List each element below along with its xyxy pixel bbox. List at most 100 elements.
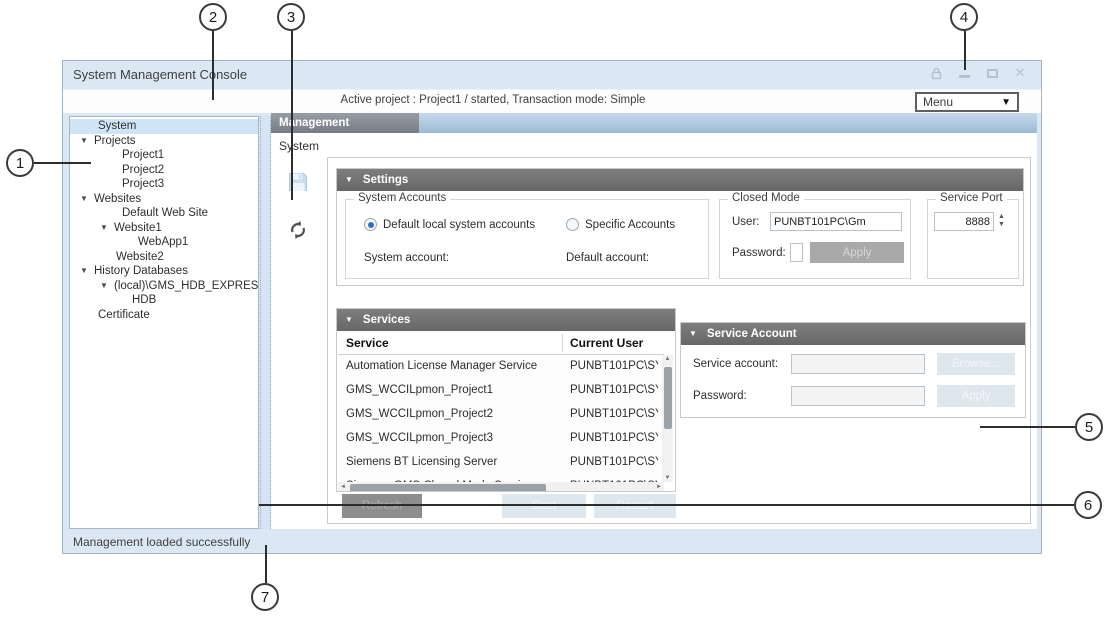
- callout-6: 6: [1074, 491, 1102, 519]
- tree-item-website1[interactable]: ▼Website1: [70, 221, 258, 236]
- expander-icon[interactable]: ▼: [80, 264, 94, 279]
- close-icon[interactable]: ✕: [1013, 66, 1027, 80]
- tree-item-project2[interactable]: Project2: [70, 163, 258, 178]
- expander-icon[interactable]: ▼: [100, 279, 114, 294]
- services-panel: ▼Services Service Current User Automatio…: [336, 308, 676, 492]
- collapse-icon: ▼: [345, 175, 353, 184]
- service-account-apply-button[interactable]: Apply: [937, 385, 1015, 407]
- tree-item-hdb[interactable]: HDB: [70, 293, 258, 308]
- browse-button[interactable]: Browse...: [937, 353, 1015, 375]
- radio-default-accounts[interactable]: Default local system accounts: [364, 218, 535, 231]
- menu-label: Menu: [923, 95, 953, 109]
- callout-2: 2: [199, 3, 227, 31]
- service-port-group: Service Port ▲ ▼: [927, 199, 1019, 279]
- tree-item-default-web-site[interactable]: Default Web Site: [70, 206, 258, 221]
- scroll-down-icon[interactable]: ▼: [662, 475, 673, 481]
- screenshot-canvas: System Management Console ✕ Active proje…: [0, 0, 1107, 617]
- expander-icon[interactable]: ▼: [80, 134, 94, 149]
- closed-mode-user-input[interactable]: [770, 212, 902, 231]
- tree-item-project1[interactable]: Project1: [70, 148, 258, 163]
- lock-icon[interactable]: [929, 66, 943, 80]
- title-bar[interactable]: System Management Console ✕: [63, 61, 1041, 89]
- menu-dropdown[interactable]: Menu ▼: [915, 92, 1019, 112]
- vertical-scrollbar[interactable]: ▲ ▼: [662, 355, 673, 482]
- services-table-header: Service Current User: [338, 331, 664, 355]
- service-account-input[interactable]: [791, 354, 925, 374]
- spinner-up-icon[interactable]: ▲: [998, 213, 1010, 221]
- scrollbar-thumb[interactable]: [664, 367, 672, 429]
- refresh-button[interactable]: Refresh: [342, 494, 422, 518]
- callout-3: 3: [277, 3, 305, 31]
- active-project-text: Active project : Project1 / started, Tra…: [63, 94, 923, 106]
- callout-5: 5: [1075, 413, 1103, 441]
- table-row[interactable]: GMS_WCCILpmon_Project1PUNBT101PC\SYS: [338, 379, 664, 403]
- navigation-tree: System ▼Projects Project1 Project2 Proje…: [69, 116, 259, 529]
- tree-item-project3[interactable]: Project3: [70, 177, 258, 192]
- tree-item-website2[interactable]: Website2: [70, 250, 258, 265]
- scroll-left-icon[interactable]: ◄: [340, 484, 346, 490]
- table-row[interactable]: Siemens BT Licensing ServerPUNBT101PC\SY…: [338, 451, 664, 475]
- closed-mode-password-input[interactable]: [790, 243, 803, 262]
- maximize-icon[interactable]: [985, 66, 999, 80]
- callout-4: 4: [950, 3, 978, 31]
- service-account-panel: ▼Service Account Service account: Browse…: [680, 322, 1026, 418]
- table-row[interactable]: GMS_WCCILpmon_Project3PUNBT101PC\SYS: [338, 427, 664, 451]
- callout-1: 1: [6, 149, 34, 177]
- spinner-down-icon[interactable]: ▼: [998, 221, 1010, 229]
- settings-header[interactable]: ▼Settings: [337, 169, 1023, 191]
- collapse-icon: ▼: [345, 315, 353, 324]
- scroll-up-icon[interactable]: ▲: [662, 356, 673, 362]
- scrollbar-thumb[interactable]: [350, 484, 546, 492]
- page-title: System: [279, 139, 319, 153]
- tree-item-system[interactable]: System: [70, 119, 258, 134]
- tree-item-history-databases[interactable]: ▼History Databases: [70, 264, 258, 279]
- horizontal-scrollbar[interactable]: ◄ ►: [338, 482, 664, 492]
- services-header[interactable]: ▼Services: [337, 309, 675, 331]
- password-label: Password:: [732, 247, 786, 259]
- system-account-label: System account:: [364, 252, 449, 264]
- port-spinner[interactable]: ▲ ▼: [998, 213, 1010, 229]
- status-bar: Management loaded successfully: [63, 531, 1041, 554]
- service-port-title: Service Port: [936, 192, 1007, 204]
- status-message: Management loaded successfully: [73, 535, 250, 549]
- table-row[interactable]: Automation License Manager ServicePUNBT1…: [338, 355, 664, 379]
- window-controls: ✕: [929, 66, 1027, 80]
- expander-icon[interactable]: ▼: [80, 192, 94, 207]
- col-current-user[interactable]: Current User: [570, 336, 643, 350]
- radio-specific-accounts[interactable]: Specific Accounts: [566, 218, 675, 231]
- callout-line-4: [964, 31, 966, 70]
- callout-7: 7: [251, 583, 279, 611]
- tree-item-certificate[interactable]: Certificate: [70, 308, 258, 323]
- service-port-input[interactable]: [934, 212, 994, 231]
- tree-item-projects[interactable]: ▼Projects: [70, 134, 258, 149]
- service-account-header[interactable]: ▼Service Account: [681, 323, 1025, 345]
- callout-line-6: [259, 504, 1074, 506]
- closed-mode-apply-button[interactable]: Apply: [810, 242, 904, 263]
- services-table-body: Automation License Manager ServicePUNBT1…: [338, 355, 664, 482]
- app-window: System Management Console ✕ Active proje…: [62, 60, 1042, 554]
- table-row[interactable]: Siemens GMS Closed Mode ServicePUNBT101P…: [338, 475, 664, 482]
- refresh-icon[interactable]: [288, 219, 308, 246]
- radio-off-icon[interactable]: [566, 218, 579, 231]
- tree-item-hdb-express[interactable]: ▼(local)\GMS_HDB_EXPRESS: [70, 279, 258, 294]
- restart-button[interactable]: Restart: [594, 494, 676, 518]
- expander-icon[interactable]: ▼: [100, 221, 114, 236]
- radio-on-icon[interactable]: [364, 218, 377, 231]
- scroll-right-icon[interactable]: ►: [656, 484, 662, 490]
- callout-line-7: [265, 545, 267, 583]
- window-title: System Management Console: [73, 67, 247, 82]
- col-service[interactable]: Service: [346, 336, 389, 350]
- column-divider: [562, 334, 563, 352]
- service-account-password-input[interactable]: [791, 386, 925, 406]
- callout-line-3: [291, 31, 293, 200]
- start-button[interactable]: Start: [502, 494, 586, 518]
- tree-splitter[interactable]: [260, 116, 271, 529]
- management-content: ▼Settings System Accounts Default local …: [327, 157, 1031, 524]
- service-account-label: Service account:: [693, 358, 778, 370]
- closed-mode-group: Closed Mode User: Password: Apply: [719, 199, 911, 279]
- tree-item-websites[interactable]: ▼Websites: [70, 192, 258, 207]
- table-row[interactable]: GMS_WCCILpmon_Project2PUNBT101PC\SYS: [338, 403, 664, 427]
- tree-item-webapp1[interactable]: WebApp1: [70, 235, 258, 250]
- tab-management[interactable]: Management: [271, 113, 419, 133]
- callout-line-5: [980, 426, 1075, 428]
